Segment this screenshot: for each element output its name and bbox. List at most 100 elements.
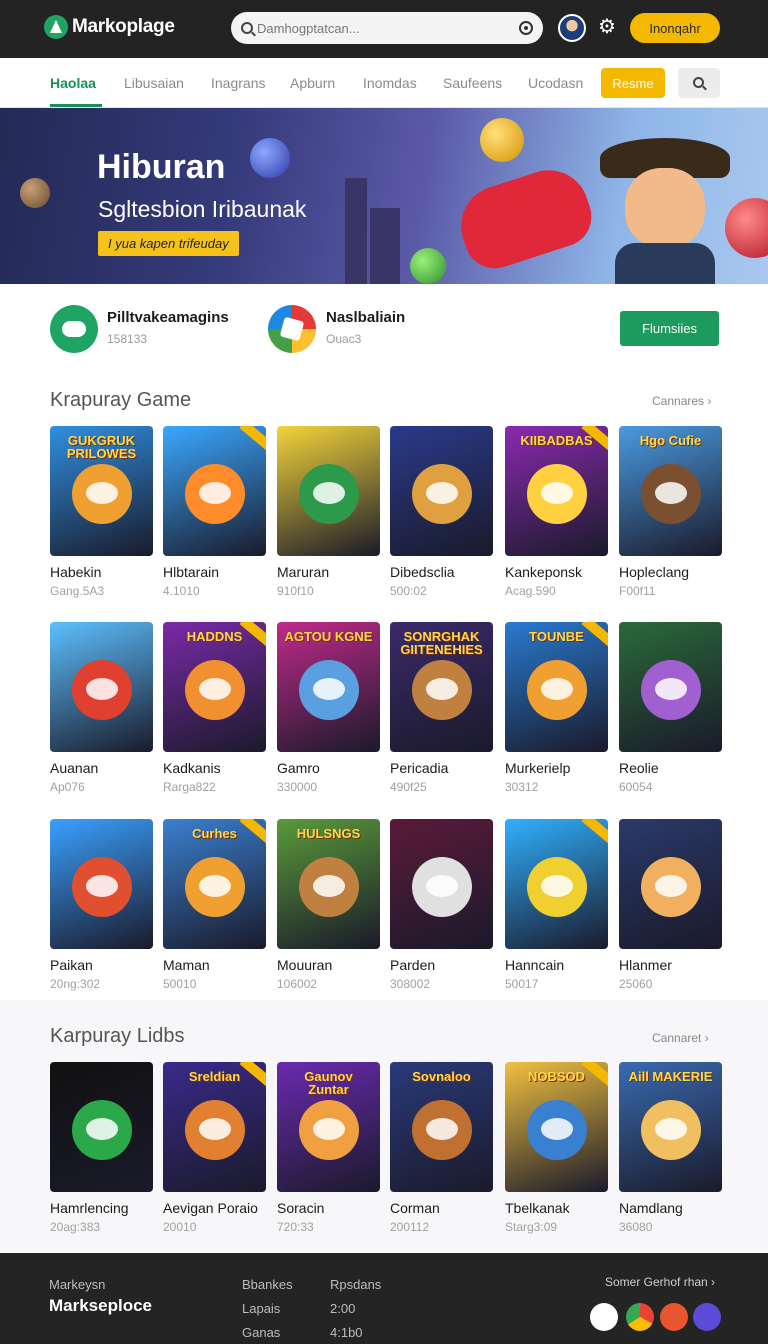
tab-7[interactable]: Ucodasn	[528, 75, 583, 91]
game-title[interactable]: Namdlang	[619, 1200, 722, 1216]
game-card[interactable]: Hgo Cufie Hopleclang F00f11	[619, 426, 722, 598]
game-title[interactable]: Hamrlencing	[50, 1200, 153, 1216]
hero-tag[interactable]: I yua kapen trifeuday	[98, 231, 239, 256]
game-card[interactable]: AGTOU KGNE Gamro 330000	[277, 622, 380, 794]
game-title[interactable]: Soracin	[277, 1200, 380, 1216]
game-card[interactable]: Sreldian Aevigan Poraio 20010	[163, 1062, 266, 1234]
game-title[interactable]: Kankeponsk	[505, 564, 608, 580]
chrome-icon[interactable]	[626, 1303, 654, 1331]
gear-icon[interactable]: ⚙	[597, 17, 617, 37]
game-title[interactable]: Murkerielp	[505, 760, 608, 776]
chat-icon[interactable]	[693, 1303, 721, 1331]
footer-link[interactable]: Rpsdans	[330, 1277, 381, 1292]
game-title[interactable]: Hlanmer	[619, 957, 722, 973]
game-thumbnail[interactable]: Aill MAKERIE	[619, 1062, 722, 1192]
app-logo[interactable]: Markoplage	[44, 15, 175, 39]
game-title[interactable]: Mouuran	[277, 957, 380, 973]
store-icon[interactable]	[660, 1303, 688, 1331]
game-title[interactable]: Dibedsclia	[390, 564, 493, 580]
game-title[interactable]: Paikan	[50, 957, 153, 973]
game-title[interactable]: Parden	[390, 957, 493, 973]
tab-3[interactable]: Inagrans	[211, 75, 265, 91]
game-thumbnail[interactable]: Hgo Cufie	[619, 426, 722, 556]
game-card[interactable]: Hanncain 50017	[505, 819, 608, 991]
game-card[interactable]: NOBSOD Tbelkanak Starg3:09	[505, 1062, 608, 1234]
game-thumbnail[interactable]: Curhes	[163, 819, 266, 949]
featured-app-name-1[interactable]: Pilltvakeamagins	[107, 309, 229, 326]
game-thumbnail[interactable]	[163, 426, 266, 556]
game-card[interactable]: Curhes Maman 50010	[163, 819, 266, 991]
game-card[interactable]: HULSNGS Mouuran 106002	[277, 819, 380, 991]
game-card[interactable]: Paikan 20ng:302	[50, 819, 153, 991]
game-title[interactable]: Kadkanis	[163, 760, 266, 776]
game-title[interactable]: Pericadia	[390, 760, 493, 776]
game-title[interactable]: Maruran	[277, 564, 380, 580]
game-thumbnail[interactable]	[50, 819, 153, 949]
game-title[interactable]: Hlbtarain	[163, 564, 266, 580]
search-bar[interactable]	[231, 12, 543, 44]
nav-pill-button[interactable]: Resme	[601, 68, 665, 98]
game-thumbnail[interactable]	[505, 819, 608, 949]
game-thumbnail[interactable]	[390, 426, 493, 556]
game-title[interactable]: Maman	[163, 957, 266, 973]
game-thumbnail[interactable]: TOUNBE	[505, 622, 608, 752]
game-card[interactable]: Aill MAKERIE Namdlang 36080	[619, 1062, 722, 1234]
tab-home[interactable]: Haolaa	[50, 75, 96, 91]
featured-app-name-2[interactable]: Naslbaliain	[326, 309, 405, 326]
game-thumbnail[interactable]: Sovnaloo	[390, 1062, 493, 1192]
game-thumbnail[interactable]: Gaunov Zuntar	[277, 1062, 380, 1192]
game-thumbnail[interactable]: NOBSOD	[505, 1062, 608, 1192]
header-cta-button[interactable]: Inonqahr	[630, 13, 720, 43]
game-card[interactable]: Dibedsclia 500:02	[390, 426, 493, 598]
game-title[interactable]: Gamro	[277, 760, 380, 776]
game-thumbnail[interactable]: HADDNS	[163, 622, 266, 752]
footer-brand[interactable]: Markseploce	[49, 1296, 152, 1316]
game-card[interactable]: Gaunov Zuntar Soracin 720:33	[277, 1062, 380, 1234]
game-card[interactable]: Hamrlencing 20ag:383	[50, 1062, 153, 1234]
game-card[interactable]: Hlbtarain 4.1010	[163, 426, 266, 598]
game-thumbnail[interactable]: GUKGRUK PRILOWES	[50, 426, 153, 556]
search-input[interactable]	[257, 20, 497, 36]
footer-link[interactable]: Ganas	[242, 1325, 280, 1340]
game-card[interactable]: Parden 308002	[390, 819, 493, 991]
game-thumbnail[interactable]	[50, 1062, 153, 1192]
featured-button[interactable]: Flumsiies	[620, 311, 719, 346]
game-thumbnail[interactable]	[619, 622, 722, 752]
game-card[interactable]: Maruran 910f10	[277, 426, 380, 598]
game-card[interactable]: TOUNBE Murkerielp 30312	[505, 622, 608, 794]
tab-2[interactable]: Libusaian	[124, 75, 184, 91]
game-thumbnail[interactable]	[390, 819, 493, 949]
game-title[interactable]: Hanncain	[505, 957, 608, 973]
game-thumbnail[interactable]	[277, 426, 380, 556]
tab-5[interactable]: Inomdas	[363, 75, 417, 91]
game-card[interactable]: Sovnaloo Corman 200112	[390, 1062, 493, 1234]
game-thumbnail[interactable]	[619, 819, 722, 949]
game-thumbnail[interactable]: KIIBADBAS	[505, 426, 608, 556]
game-title[interactable]: Aevigan Poraio	[163, 1200, 266, 1216]
footer-right-link[interactable]: Somer Gerhof rhan ›	[605, 1275, 715, 1289]
nav-search-button[interactable]	[678, 68, 720, 98]
game-card[interactable]: HADDNS Kadkanis Rarga822	[163, 622, 266, 794]
game-title[interactable]: Hopleclang	[619, 564, 722, 580]
feather-icon[interactable]	[590, 1303, 618, 1331]
featured-app-icon-1[interactable]	[50, 305, 98, 353]
game-card[interactable]: Hlanmer 25060	[619, 819, 722, 991]
avatar[interactable]	[558, 14, 586, 42]
tab-4[interactable]: Apburn	[290, 75, 335, 91]
section-see-all-link[interactable]: Cannaret ›	[652, 1031, 709, 1045]
game-title[interactable]: Tbelkanak	[505, 1200, 608, 1216]
game-title[interactable]: Reolie	[619, 760, 722, 776]
game-thumbnail[interactable]	[50, 622, 153, 752]
game-card[interactable]: Reolie 60054	[619, 622, 722, 794]
game-title[interactable]: Auanan	[50, 760, 153, 776]
tab-6[interactable]: Saufeens	[443, 75, 502, 91]
game-title[interactable]: Habekin	[50, 564, 153, 580]
featured-app-icon-2[interactable]	[268, 305, 316, 353]
section-see-all-link[interactable]: Cannares ›	[652, 394, 711, 408]
game-card[interactable]: SONRGHAK GIITENEHIES Pericadia 490f25	[390, 622, 493, 794]
mic-icon[interactable]	[519, 21, 533, 35]
game-thumbnail[interactable]: SONRGHAK GIITENEHIES	[390, 622, 493, 752]
game-thumbnail[interactable]: AGTOU KGNE	[277, 622, 380, 752]
game-thumbnail[interactable]: Sreldian	[163, 1062, 266, 1192]
game-card[interactable]: KIIBADBAS Kankeponsk Acag.590	[505, 426, 608, 598]
